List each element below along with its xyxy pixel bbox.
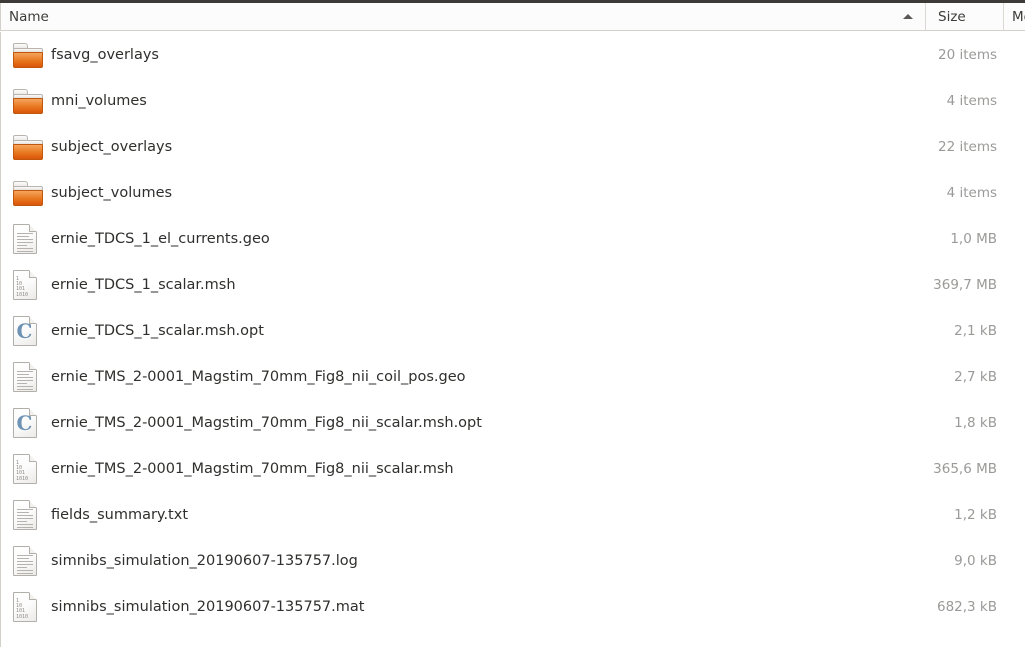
table-row[interactable]: ernie_TMS_2-0001_Magstim_70mm_Fig8_nii_c… xyxy=(1,354,1025,400)
file-icon-wrapper: C xyxy=(13,315,47,347)
column-header-row: Name Size Mo xyxy=(0,2,1025,31)
code-document-icon: C xyxy=(13,408,37,438)
column-header-size-label: Size xyxy=(938,8,966,25)
file-name-cell[interactable]: subject_overlays xyxy=(1,131,925,163)
sort-ascending-arrow-icon[interactable] xyxy=(903,13,913,19)
file-icon-wrapper xyxy=(13,361,47,393)
file-size-cell: 369,7 MB xyxy=(933,277,998,293)
file-name-cell[interactable]: fsavg_overlays xyxy=(1,39,925,71)
table-row[interactable]: mni_volumes 4 items xyxy=(1,78,1025,124)
file-list[interactable]: fsavg_overlays 20 items mni_volumes 4 items… xyxy=(0,32,1025,647)
file-icon-wrapper: 1 10 101 1010 xyxy=(13,269,47,301)
file-name-cell[interactable]: ernie_TDCS_1_el_currents.geo xyxy=(1,223,925,255)
folder-icon xyxy=(13,42,43,68)
folder-icon xyxy=(13,134,43,160)
file-name-cell[interactable]: 1 10 101 1010 ernie_TMS_2-0001_Magstim_70mm_… xyxy=(1,453,925,485)
file-icon-wrapper xyxy=(13,223,47,255)
file-name-label: fields_summary.txt xyxy=(51,507,189,523)
file-icon-wrapper: 1 10 101 1010 xyxy=(13,591,47,623)
folder-icon xyxy=(13,88,43,114)
file-icon-wrapper: C xyxy=(13,407,47,439)
table-row[interactable]: Cernie_TDCS_1_scalar.msh.opt 2,1 kB xyxy=(1,308,1025,354)
file-name-cell[interactable]: 1 10 101 1010 ernie_TDCS_1_scalar.msh xyxy=(1,269,925,301)
file-size-cell: 1,0 MB xyxy=(950,231,998,247)
file-icon-wrapper xyxy=(13,85,47,117)
column-header-name[interactable]: Name xyxy=(0,2,925,31)
file-name-cell[interactable]: Cernie_TDCS_1_scalar.msh.opt xyxy=(1,315,925,347)
file-name-label: ernie_TDCS_1_scalar.msh.opt xyxy=(51,323,264,339)
file-icon-wrapper xyxy=(13,131,47,163)
file-name-label: simnibs_simulation_20190607-135757.mat xyxy=(51,599,365,615)
file-size-cell: 2,7 kB xyxy=(954,369,998,385)
binary-document-icon: 1 10 101 1010 xyxy=(13,270,37,300)
file-name-label: ernie_TDCS_1_scalar.msh xyxy=(51,277,236,293)
table-row[interactable]: 1 10 101 1010 simnibs_simulation_20190607-13… xyxy=(1,584,1025,630)
file-name-cell[interactable]: mni_volumes xyxy=(1,85,925,117)
table-row[interactable]: fields_summary.txt 1,2 kB xyxy=(1,492,1025,538)
table-row[interactable]: subject_overlays 22 items xyxy=(1,124,1025,170)
file-manager-list-view: Name Size Mo fsavg_overlays 20 items mni_v… xyxy=(0,0,1025,647)
file-name-cell[interactable]: 1 10 101 1010 simnibs_simulation_20190607-13… xyxy=(1,591,925,623)
file-icon-wrapper: 1 10 101 1010 xyxy=(13,453,47,485)
file-icon-wrapper xyxy=(13,499,47,531)
column-header-size[interactable]: Size xyxy=(925,2,1003,31)
file-size-cell: 9,0 kB xyxy=(954,553,998,569)
file-name-label: ernie_TMS_2-0001_Magstim_70mm_Fig8_nii_s… xyxy=(51,415,482,431)
file-name-label: ernie_TMS_2-0001_Magstim_70mm_Fig8_nii_s… xyxy=(51,461,454,477)
file-name-label: simnibs_simulation_20190607-135757.log xyxy=(51,553,358,569)
table-row[interactable]: fsavg_overlays 20 items xyxy=(1,32,1025,78)
file-size-cell: 20 items xyxy=(938,47,998,63)
file-icon-wrapper xyxy=(13,39,47,71)
file-size-cell: 2,1 kB xyxy=(954,323,998,339)
file-name-label: subject_volumes xyxy=(51,185,173,201)
text-document-icon xyxy=(13,546,37,576)
table-row[interactable]: Cernie_TMS_2-0001_Magstim_70mm_Fig8_nii_… xyxy=(1,400,1025,446)
file-icon-wrapper xyxy=(13,545,47,577)
file-icon-wrapper xyxy=(13,177,47,209)
table-row[interactable]: simnibs_simulation_20190607-135757.log 9,… xyxy=(1,538,1025,584)
folder-icon xyxy=(13,180,43,206)
table-row[interactable]: 1 10 101 1010 ernie_TDCS_1_scalar.msh 369,7 M… xyxy=(1,262,1025,308)
file-name-label: fsavg_overlays xyxy=(51,47,159,63)
text-document-icon xyxy=(13,362,37,392)
file-name-cell[interactable]: Cernie_TMS_2-0001_Magstim_70mm_Fig8_nii_… xyxy=(1,407,925,439)
column-header-modified-label: Mo xyxy=(1012,8,1025,25)
file-name-label: ernie_TMS_2-0001_Magstim_70mm_Fig8_nii_c… xyxy=(51,369,466,385)
table-row[interactable]: subject_volumes 4 items xyxy=(1,170,1025,216)
file-size-cell: 4 items xyxy=(946,93,998,109)
file-name-label: ernie_TDCS_1_el_currents.geo xyxy=(51,231,270,247)
column-header-name-label: Name xyxy=(9,8,49,25)
code-document-icon: C xyxy=(13,316,37,346)
file-name-cell[interactable]: subject_volumes xyxy=(1,177,925,209)
file-name-cell[interactable]: ernie_TMS_2-0001_Magstim_70mm_Fig8_nii_c… xyxy=(1,361,925,393)
file-size-cell: 365,6 MB xyxy=(933,461,998,477)
file-size-cell: 1,8 kB xyxy=(954,415,998,431)
binary-document-icon: 1 10 101 1010 xyxy=(13,454,37,484)
binary-document-icon: 1 10 101 1010 xyxy=(13,592,37,622)
file-size-cell: 4 items xyxy=(946,185,998,201)
file-name-label: subject_overlays xyxy=(51,139,173,155)
file-name-cell[interactable]: fields_summary.txt xyxy=(1,499,925,531)
table-row[interactable]: ernie_TDCS_1_el_currents.geo 1,0 MB xyxy=(1,216,1025,262)
column-header-modified[interactable]: Mo xyxy=(1003,2,1025,31)
file-name-label: mni_volumes xyxy=(51,93,147,109)
table-row[interactable]: 1 10 101 1010 ernie_TMS_2-0001_Magstim_70mm_… xyxy=(1,446,1025,492)
text-document-icon xyxy=(13,500,37,530)
file-size-cell: 1,2 kB xyxy=(954,507,998,523)
file-size-cell: 682,3 kB xyxy=(936,599,998,615)
text-document-icon xyxy=(13,224,37,254)
file-size-cell: 22 items xyxy=(938,139,998,155)
file-name-cell[interactable]: simnibs_simulation_20190607-135757.log xyxy=(1,545,925,577)
